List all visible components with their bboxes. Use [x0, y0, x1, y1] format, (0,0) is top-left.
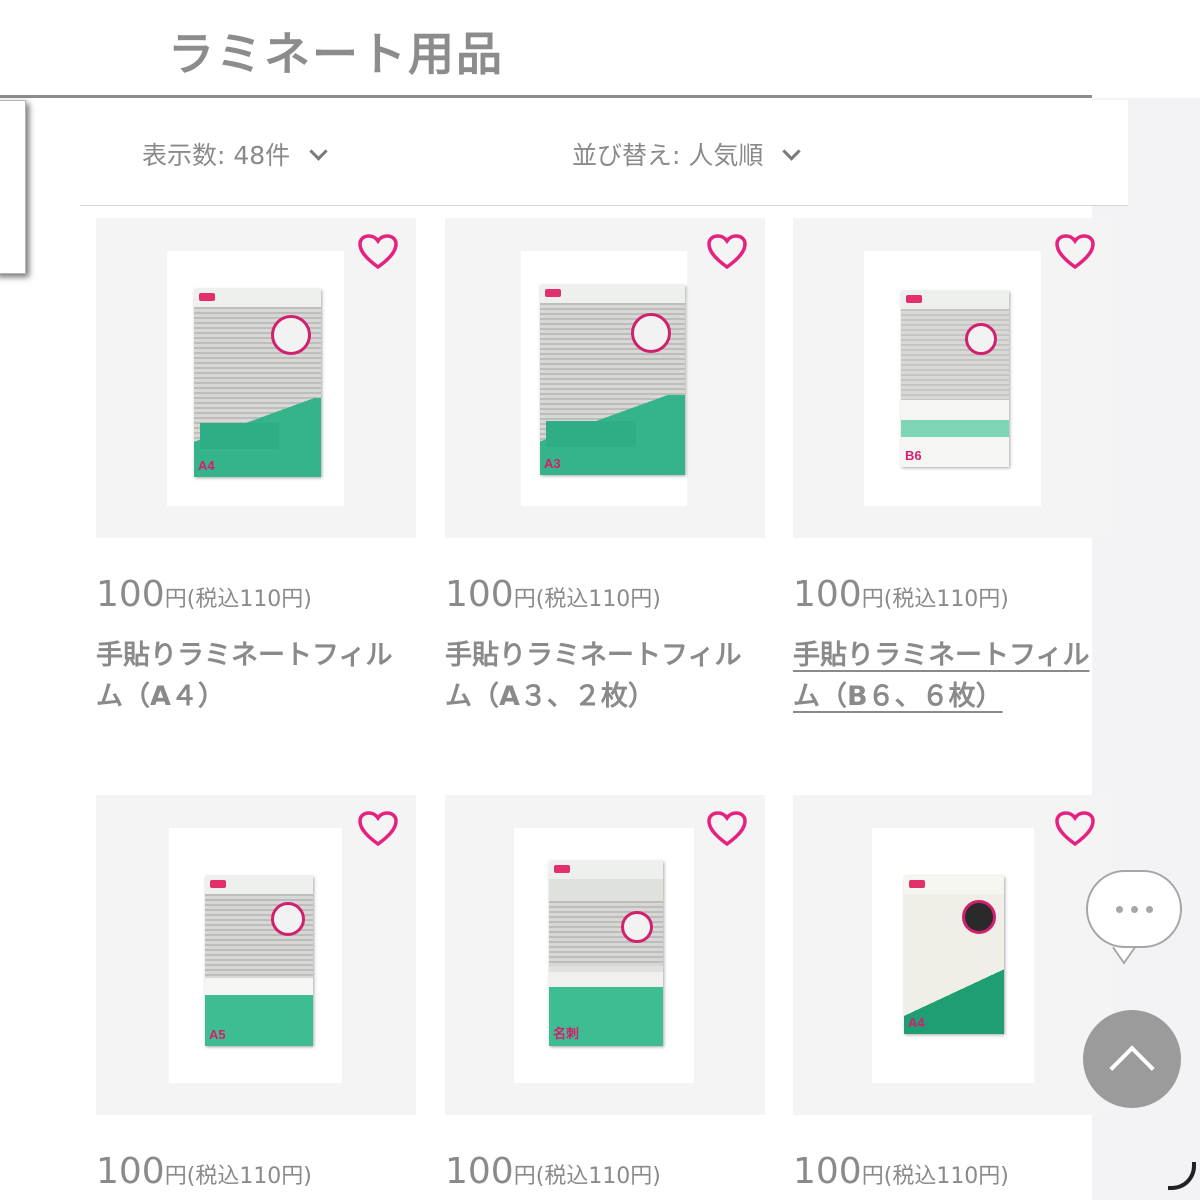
product-price: 100円(税込110円) — [793, 1151, 1009, 1192]
back-to-top-button[interactable] — [1083, 1010, 1181, 1108]
package-graphic: A5 — [205, 876, 313, 1046]
heart-icon[interactable] — [1055, 811, 1095, 847]
items-per-page-label: 表示数: 48件 — [142, 141, 291, 170]
product-image-frame[interactable]: A3 — [445, 218, 765, 538]
package-graphic: 名刺 — [549, 861, 663, 1046]
package-graphic: B6 — [901, 291, 1009, 467]
package-graphic: A4 — [194, 289, 321, 477]
package-size-text: B6 — [905, 448, 922, 463]
items-per-page-select[interactable]: 表示数: 48件 — [142, 136, 328, 172]
filter-bar: 表示数: 48件 並び替え: 人気順 — [80, 100, 1128, 206]
sort-select[interactable]: 並び替え: 人気順 — [572, 136, 802, 172]
chevron-down-icon — [782, 141, 802, 161]
product-price: 100円(税込110円) — [96, 1151, 312, 1192]
heart-icon[interactable] — [707, 811, 747, 847]
product-name-link[interactable]: 手貼りラミネートフィルム（A４） — [96, 635, 396, 717]
package-size-text: A4 — [198, 458, 215, 473]
chat-dot — [1130, 905, 1138, 913]
header-divider — [0, 95, 1092, 98]
chevron-down-icon — [309, 141, 328, 161]
product-price: 100円(税込110円) — [793, 574, 1009, 615]
product-name-link[interactable]: 手貼りラミネートフィルム（B６、６枚） — [793, 635, 1093, 717]
heart-icon[interactable] — [358, 811, 398, 847]
product-card[interactable]: A5 100円(税込110円) — [96, 795, 416, 1192]
product-price: 100円(税込110円) — [445, 1151, 661, 1192]
page-title: ラミネート用品 — [168, 27, 504, 81]
chat-dot — [1145, 905, 1153, 913]
package-size-text: A4 — [908, 1015, 925, 1030]
heart-icon[interactable] — [358, 234, 398, 270]
chat-bubble-icon[interactable] — [1086, 870, 1182, 948]
product-image-frame[interactable]: 名刺 — [445, 795, 765, 1115]
product-card[interactable]: A4 100円(税込110円) — [793, 795, 1113, 1192]
sort-label: 並び替え: 人気順 — [572, 141, 764, 170]
product-image: B6 — [864, 251, 1041, 506]
product-image-frame[interactable]: A4 — [793, 795, 1113, 1115]
product-image: 名刺 — [514, 828, 694, 1083]
package-graphic: A3 — [540, 285, 685, 475]
product-card[interactable]: B6 100円(税込110円) 手貼りラミネートフィルム（B６、６枚） — [793, 218, 1113, 717]
package-graphic: A4 — [904, 876, 1004, 1034]
product-price: 100円(税込110円) — [445, 574, 661, 615]
product-price: 100円(税込110円) — [96, 574, 312, 615]
product-image: A5 — [169, 828, 342, 1083]
product-image: A3 — [521, 251, 687, 506]
product-image: A4 — [167, 251, 344, 506]
product-card[interactable]: A4 100円(税込110円) 手貼りラミネートフィルム（A４） — [96, 218, 416, 717]
product-image: A4 — [872, 828, 1034, 1083]
heart-icon[interactable] — [707, 234, 747, 270]
product-image-frame[interactable]: A5 — [96, 795, 416, 1115]
side-drawer-tab[interactable] — [0, 100, 26, 274]
product-card[interactable]: 名刺 100円(税込110円) — [445, 795, 765, 1192]
product-name-link[interactable]: 手貼りラミネートフィルム（A３、２枚） — [445, 635, 745, 717]
heart-icon[interactable] — [1055, 234, 1095, 270]
product-image-frame[interactable]: A4 — [96, 218, 416, 538]
package-size-text: A5 — [209, 1027, 226, 1042]
package-size-text: A3 — [544, 456, 561, 471]
chevron-up-icon — [1109, 1045, 1155, 1091]
product-image-frame[interactable]: B6 — [793, 218, 1113, 538]
chat-dot — [1115, 905, 1123, 913]
product-card[interactable]: A3 100円(税込110円) 手貼りラミネートフィルム（A３、２枚） — [445, 218, 765, 717]
package-size-text: 名刺 — [553, 1026, 580, 1041]
